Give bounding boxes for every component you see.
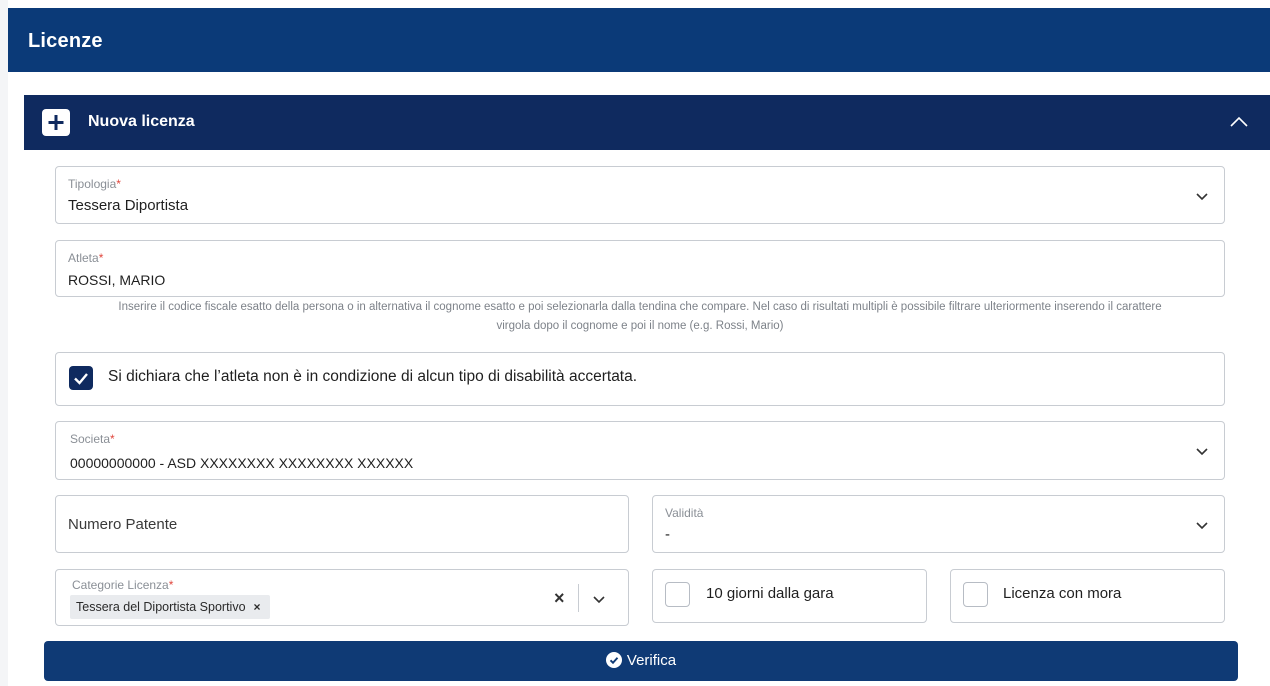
category-tag: Tessera del Diportista Sportivo ×	[70, 595, 270, 619]
numero-patente-input[interactable]: Numero Patente	[55, 495, 629, 553]
disability-label: Si dichiara che l’atleta non è in condiz…	[108, 368, 638, 385]
disability-checkbox[interactable]	[69, 366, 93, 390]
verify-button-content: Verifica	[44, 652, 1238, 672]
categorie-licenza-select[interactable]: Categorie Licenza* Tessera del Diportist…	[55, 569, 629, 626]
verify-button-label: Verifica	[626, 652, 677, 669]
mora-label: Licenza con mora	[1003, 585, 1122, 602]
page-title: Licenze	[28, 30, 103, 52]
atleta-hint-line-1: Inserire il codice fiscale esatto della …	[118, 301, 1162, 313]
divider	[578, 584, 579, 612]
verify-button[interactable]: Verifica	[44, 641, 1238, 681]
clear-icon[interactable]: ×	[554, 588, 565, 609]
societa-value: 00000000000 - ASD XXXXXXXX XXXXXXXX XXXX…	[70, 455, 414, 471]
mora-checkbox[interactable]	[963, 582, 988, 607]
page-edge	[0, 0, 8, 686]
section-title: Nuova licenza	[88, 113, 195, 130]
dieci-giorni-checkbox[interactable]	[665, 582, 690, 607]
tag-remove-icon[interactable]: ×	[254, 600, 261, 614]
page: Licenze Nuova licenza Tipologia* Tessera…	[0, 0, 1270, 686]
top-bar: Licenze	[8, 8, 1270, 72]
tipologia-label: Tipologia*	[68, 177, 121, 191]
numero-patente-placeholder: Numero Patente	[68, 516, 178, 533]
chevron-down-icon[interactable]	[1194, 188, 1210, 204]
mora-option: Licenza con mora	[950, 569, 1225, 623]
societa-select[interactable]: Societa* 00000000000 - ASD XXXXXXXX XXXX…	[55, 421, 1225, 480]
category-tag-label: Tessera del Diportista Sportivo	[76, 600, 246, 614]
new-license-section-header[interactable]: Nuova licenza	[24, 95, 1270, 150]
dieci-giorni-label: 10 giorni dalla gara	[706, 585, 834, 602]
tipologia-value: Tessera Diportista	[68, 197, 189, 214]
chevron-up-icon[interactable]	[1226, 109, 1252, 135]
atleta-hint: Inserire il codice fiscale esatto della …	[55, 298, 1225, 336]
disability-declaration: Si dichiara che l’atleta non è in condiz…	[55, 352, 1225, 406]
atleta-value: ROSSI, MARIO	[68, 272, 166, 288]
atleta-input[interactable]: Atleta* ROSSI, MARIO	[55, 240, 1225, 297]
validita-select[interactable]: Validità -	[652, 495, 1225, 553]
chevron-down-icon[interactable]	[1194, 517, 1210, 533]
check-circle-icon	[605, 652, 622, 672]
categorie-label: Categorie Licenza*	[72, 578, 174, 592]
atleta-hint-line-2: virgola dopo il cognome e poi il nome (e…	[496, 320, 784, 332]
validita-value: -	[665, 526, 670, 543]
plus-icon	[42, 109, 70, 136]
tipologia-select[interactable]: Tipologia* Tessera Diportista	[55, 166, 1225, 224]
dieci-giorni-option: 10 giorni dalla gara	[652, 569, 927, 623]
societa-label: Societa*	[70, 432, 115, 446]
chevron-down-icon[interactable]	[591, 591, 607, 607]
atleta-label: Atleta*	[68, 251, 104, 265]
chevron-down-icon[interactable]	[1194, 443, 1210, 459]
validita-label: Validità	[665, 506, 704, 520]
